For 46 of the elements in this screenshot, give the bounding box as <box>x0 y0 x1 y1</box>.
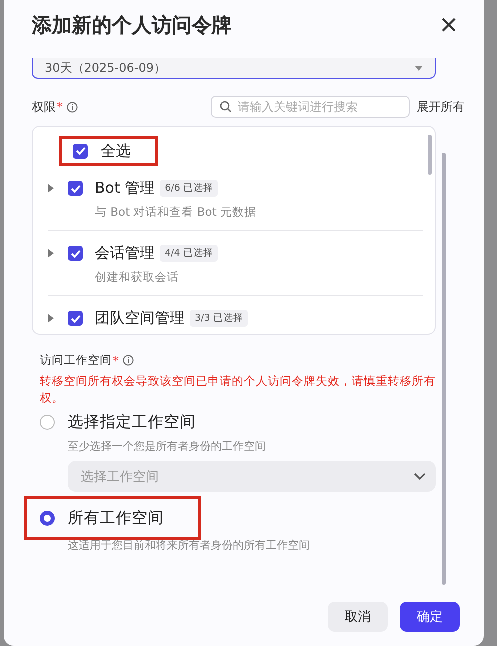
chevron-down-icon <box>414 473 426 480</box>
check-icon <box>70 184 80 192</box>
expand-all-link[interactable]: 展开所有 <box>417 98 465 116</box>
option-hint: 至少选择一个您是所有者身份的工作空间 <box>68 439 267 454</box>
confirm-button[interactable]: 确定 <box>400 602 460 632</box>
expand-arrow-icon[interactable] <box>48 249 54 258</box>
radio-label: 选择指定工作空间 <box>68 412 196 432</box>
selected-count-badge: 6/6 已选择 <box>160 180 218 197</box>
permission-name: 会话管理 <box>95 244 155 263</box>
radio-button[interactable] <box>40 414 55 430</box>
scrollbar[interactable] <box>428 135 432 175</box>
info-icon <box>123 355 134 366</box>
permission-name: 团队空间管理 <box>95 309 185 328</box>
selected-count-badge: 3/3 已选择 <box>190 310 248 327</box>
check-icon <box>70 250 80 258</box>
check-icon <box>70 314 80 322</box>
option-hint: 这适用于您目前和将来所有者身份的所有工作空间 <box>68 538 311 553</box>
caret-icon <box>415 66 423 70</box>
checkbox[interactable] <box>68 311 83 326</box>
field-label: 权限 <box>32 98 56 116</box>
info-icon <box>67 102 78 112</box>
dialog-title: 添加新的个人访问令牌 <box>32 12 232 38</box>
close-button[interactable] <box>440 16 458 34</box>
expiry-select[interactable]: 30天（2025-06-09） <box>32 58 436 79</box>
permission-name: Bot 管理 <box>95 179 156 198</box>
radio-label: 所有工作空间 <box>68 508 164 528</box>
scrollbar[interactable] <box>442 153 446 585</box>
checkbox[interactable] <box>68 181 83 196</box>
checkbox[interactable] <box>68 246 83 261</box>
expand-arrow-icon[interactable] <box>48 184 54 193</box>
search-icon <box>220 101 232 113</box>
field-label: 访问工作空间 <box>40 353 112 368</box>
cancel-button[interactable]: 取消 <box>328 602 388 632</box>
checkbox[interactable] <box>73 144 88 158</box>
close-icon <box>442 18 456 32</box>
required-asterisk: * <box>113 354 119 368</box>
permission-description: 与 Bot 对话和查看 Bot 元数据 <box>95 205 258 220</box>
search-field[interactable]: 请输入关键词进行搜索 <box>211 96 410 118</box>
selected-count-badge: 4/4 已选择 <box>160 245 218 262</box>
warning-text: 转移空间所有权会导致该空间已申请的个人访问令牌失效，请慎重转移所有权。 <box>40 373 436 407</box>
permission-description: 创建和获取会话 <box>95 270 180 285</box>
radio-button[interactable] <box>40 510 55 526</box>
checkbox-label: 全选 <box>101 142 131 160</box>
expand-arrow-icon[interactable] <box>48 314 54 323</box>
check-icon <box>76 147 86 155</box>
required-asterisk: * <box>57 100 63 114</box>
